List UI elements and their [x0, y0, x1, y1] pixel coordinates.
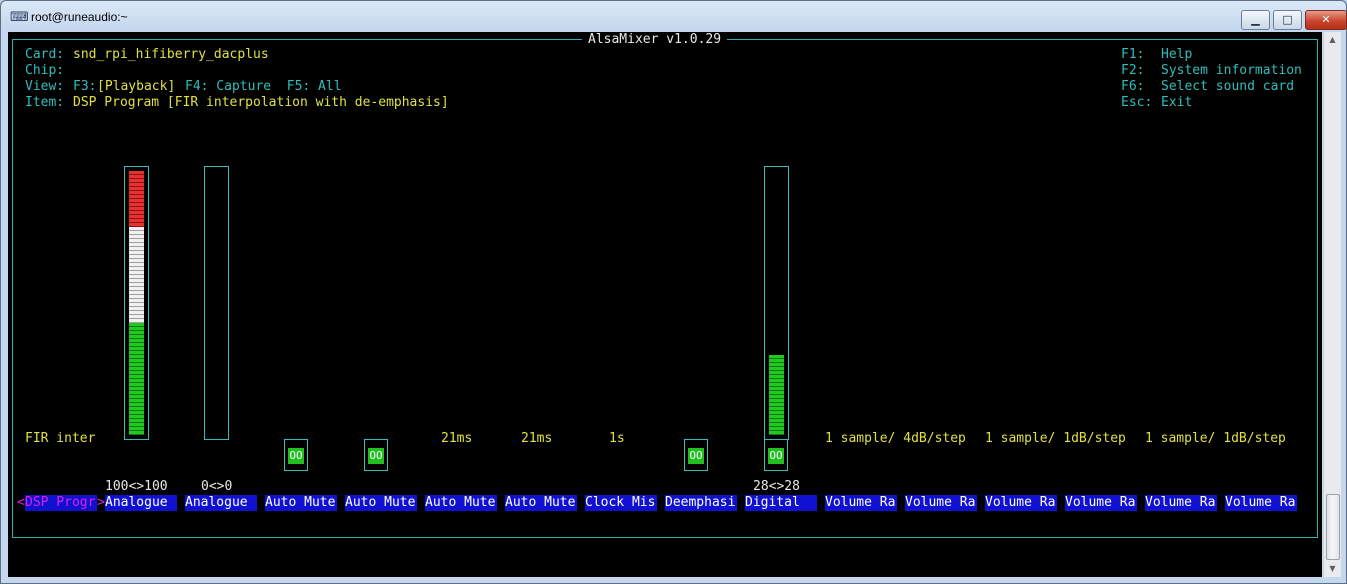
analogue-2-level: 0<>0: [201, 479, 233, 494]
analogue-2-volume-bar[interactable]: [204, 166, 229, 440]
control-analogue-2[interactable]: Analogue: [185, 495, 257, 511]
chip-label: Chip:: [25, 63, 65, 78]
view-other-modes[interactable]: F4: Capture F5: All: [185, 79, 342, 95]
volume-ramp-2-value: 1 sample/ 1dB/step: [985, 431, 1126, 446]
view-playback[interactable]: [Playback]: [97, 79, 175, 95]
control-auto-mute-3[interactable]: Auto Mute: [425, 495, 497, 511]
control-volume-ramp-6[interactable]: Volume Ra: [1225, 495, 1297, 511]
close-button[interactable]: ✕: [1305, 10, 1347, 30]
auto-mute-time-r-value: 21ms: [521, 431, 553, 446]
alsamixer-title: AlsaMixer v1.0.29: [582, 32, 728, 48]
view-label: View:: [25, 79, 65, 94]
analogue-1-level: 100<>100: [105, 479, 168, 494]
minimize-button[interactable]: ▁: [1241, 10, 1270, 30]
digital-level: 28<>28: [753, 479, 800, 494]
item-value: DSP Program [FIR interpolation with de-e…: [73, 95, 449, 110]
view-f3-key: F3:: [73, 79, 97, 94]
meter-segment: [769, 355, 784, 435]
help-key-f1: F1:: [1121, 47, 1145, 62]
title-bar[interactable]: ⌨ root@runeaudio:~ ▁ □ ✕: [1, 1, 1347, 33]
volume-ramp-3-value: 1 sample/ 1dB/step: [1145, 431, 1286, 446]
control-analogue-1[interactable]: Analogue: [105, 495, 177, 511]
help-text-system-info: System information: [1161, 63, 1302, 78]
deemphasis-switch[interactable]: OO: [684, 439, 708, 471]
control-volume-ramp-5[interactable]: Volume Ra: [1145, 495, 1217, 511]
auto-mute-switch-1[interactable]: OO: [284, 439, 308, 471]
control-auto-mute-2[interactable]: Auto Mute: [345, 495, 417, 511]
help-key-f2: F2:: [1121, 63, 1145, 78]
window-title: root@runeaudio:~: [31, 10, 128, 24]
scroll-down-arrow-icon[interactable]: ▼: [1324, 561, 1341, 577]
help-key-f6: F6:: [1121, 79, 1145, 94]
scrollbar-thumb[interactable]: [1326, 494, 1340, 560]
control-volume-ramp-3[interactable]: Volume Ra: [985, 495, 1057, 511]
control-volume-ramp-2[interactable]: Volume Ra: [905, 495, 977, 511]
auto-mute-time-l-value: 21ms: [441, 431, 473, 446]
meter-segment: [129, 171, 144, 227]
switch-on-indicator: OO: [288, 448, 304, 464]
dsp-program-value: FIR inter: [25, 431, 96, 446]
digital-mute-switch[interactable]: OO: [764, 439, 788, 471]
switch-on-indicator: OO: [688, 448, 704, 464]
scroll-up-arrow-icon[interactable]: ▲: [1324, 32, 1341, 48]
control-deemphasis[interactable]: Deemphasi: [665, 495, 737, 511]
control-dsp-program[interactable]: DSP Progr: [25, 495, 97, 511]
item-label: Item:: [25, 95, 65, 110]
help-text-select-card: Select sound card: [1161, 79, 1295, 94]
maximize-button[interactable]: □: [1273, 10, 1302, 30]
help-key-esc: Esc:: [1121, 95, 1153, 110]
focus-marker-left: <: [17, 495, 25, 510]
card-value: snd_rpi_hifiberry_dacplus: [73, 47, 269, 62]
focus-marker-right: >: [97, 495, 105, 510]
terminal-area[interactable]: AlsaMixer v1.0.29 Card: snd_rpi_hifiberr…: [8, 32, 1322, 577]
card-label: Card:: [25, 47, 65, 62]
meter-segment: [129, 227, 144, 323]
clock-missing-value: 1s: [609, 431, 625, 446]
analogue-1-volume-bar[interactable]: [124, 166, 149, 440]
control-clock-missing[interactable]: Clock Mis: [585, 495, 657, 511]
digital-meter-fill: [769, 355, 784, 435]
help-text-help: Help: [1161, 47, 1193, 62]
control-volume-ramp-4[interactable]: Volume Ra: [1065, 495, 1137, 511]
meter-segment: [129, 323, 144, 435]
volume-ramp-1-value: 1 sample/ 4dB/step: [825, 431, 966, 446]
control-auto-mute-4[interactable]: Auto Mute: [505, 495, 577, 511]
switch-on-indicator: OO: [768, 448, 784, 464]
control-auto-mute-1[interactable]: Auto Mute: [265, 495, 337, 511]
putty-icon[interactable]: ⌨: [10, 10, 29, 26]
auto-mute-switch-2[interactable]: OO: [364, 439, 388, 471]
control-digital[interactable]: Digital: [745, 495, 817, 511]
analogue-1-meter-fill: [129, 171, 144, 435]
control-volume-ramp-1[interactable]: Volume Ra: [825, 495, 897, 511]
switch-on-indicator: OO: [368, 448, 384, 464]
vertical-scrollbar[interactable]: ▲ ▼: [1323, 32, 1341, 577]
digital-volume-bar[interactable]: [764, 166, 789, 440]
help-text-exit: Exit: [1161, 95, 1193, 110]
